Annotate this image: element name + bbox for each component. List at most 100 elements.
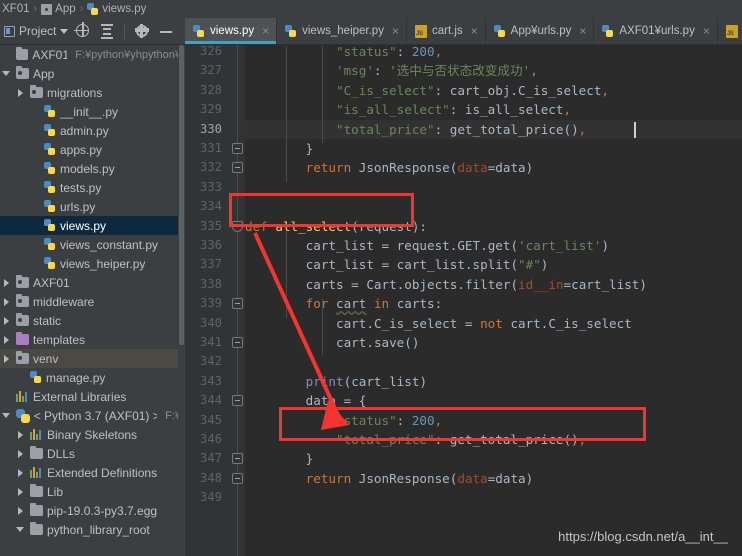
tree-node-manage-py[interactable]: manage.py bbox=[0, 368, 185, 387]
tree-node-views-py[interactable]: views.py bbox=[0, 216, 185, 235]
breadcrumb-separator: › bbox=[33, 3, 38, 15]
python-file-icon bbox=[87, 2, 99, 16]
locate-in-tree-button[interactable] bbox=[74, 22, 92, 40]
chevron-closed-icon[interactable] bbox=[16, 449, 26, 459]
project-tree[interactable]: AXF01 F:¥python¥yhpython¥ App migrations __i… bbox=[0, 45, 185, 556]
text-caret bbox=[634, 121, 636, 138]
tree-node-lib[interactable]: Lib bbox=[0, 482, 185, 501]
tree-node-pip-19-0-3-py3-7-egg[interactable]: pip-19.0.3-py3.7.egg bbox=[0, 501, 185, 520]
source-folder-icon bbox=[16, 275, 29, 288]
tree-node-label: AXF01 bbox=[33, 275, 70, 290]
close-icon[interactable]: × bbox=[262, 25, 269, 37]
gutter-line-number: 337 bbox=[199, 257, 222, 272]
tree-node-models-py[interactable]: models.py bbox=[0, 159, 185, 178]
editor-tab-bar: views.py×views_heiper.py×cart.js×App¥url… bbox=[185, 18, 742, 45]
code-fold-toggle[interactable] bbox=[232, 337, 243, 348]
tree-node-middleware[interactable]: middleware bbox=[0, 292, 185, 311]
code-fold-toggle[interactable] bbox=[232, 472, 243, 484]
editor-tab-app-urls-py[interactable]: App¥urls.py × bbox=[485, 18, 595, 44]
close-icon[interactable]: × bbox=[703, 25, 710, 37]
chevron-closed-icon[interactable] bbox=[16, 468, 26, 478]
tree-node-extended-definitions[interactable]: Extended Definitions bbox=[0, 463, 185, 482]
chevron-closed-icon[interactable] bbox=[2, 297, 12, 307]
python-file-icon bbox=[44, 200, 56, 213]
tree-node-app[interactable]: App bbox=[0, 64, 185, 83]
editor-tab-views-heiper-py[interactable]: views_heiper.py × bbox=[277, 18, 407, 44]
tree-node-dlls[interactable]: DLLs bbox=[0, 444, 185, 463]
code-fold-toggle[interactable] bbox=[232, 453, 243, 465]
chevron-closed-icon[interactable] bbox=[16, 88, 26, 98]
plain-folder-icon bbox=[30, 484, 43, 497]
tree-node-external-libraries[interactable]: External Libraries bbox=[0, 387, 185, 406]
editor-tab-cart-js[interactable]: cart.js × bbox=[406, 18, 486, 44]
close-icon[interactable]: × bbox=[392, 25, 399, 37]
source-folder-icon bbox=[30, 85, 43, 98]
code-fold-toggle[interactable] bbox=[232, 162, 243, 174]
tree-node-migrations[interactable]: migrations bbox=[0, 83, 185, 102]
tree-node-venv[interactable]: venv bbox=[0, 349, 185, 368]
breadcrumb-item-app[interactable]: App bbox=[41, 3, 76, 15]
code-editor[interactable]: 326 327 328 329 330 331 332 333 334 335 336 337 338 3… bbox=[185, 45, 742, 556]
tree-node-apps-py[interactable]: apps.py bbox=[0, 140, 185, 159]
chevron-closed-icon[interactable] bbox=[2, 278, 12, 288]
tree-node-python-library-root[interactable]: python_library_root bbox=[0, 520, 185, 539]
code-fold-toggle[interactable] bbox=[232, 298, 243, 310]
code-line-345: "status": 200, bbox=[336, 412, 443, 428]
editor-tab-axf01-urls-py[interactable]: AXF01¥urls.py × bbox=[594, 18, 718, 44]
close-icon[interactable]: × bbox=[471, 25, 478, 37]
tree-node-label: Binary Skeletons bbox=[47, 427, 138, 442]
chevron-open-icon[interactable] bbox=[16, 525, 26, 535]
tree-node-binary-skeletons[interactable]: Binary Skeletons bbox=[0, 425, 185, 444]
chevron-closed-icon[interactable] bbox=[16, 430, 26, 440]
editor-tab-views-py[interactable]: views.py × bbox=[185, 18, 278, 44]
tree-node-label: models.py bbox=[60, 161, 115, 176]
tree-node--init-py[interactable]: __init__.py bbox=[0, 102, 185, 121]
chevron-open-icon[interactable] bbox=[2, 69, 12, 79]
gutter-line-number: 345 bbox=[199, 412, 222, 427]
code-fold-toggle[interactable] bbox=[232, 143, 243, 154]
editor-tab-label: views.py bbox=[210, 25, 255, 37]
project-tree-scrollbar[interactable] bbox=[178, 45, 185, 556]
tree-node-tests-py[interactable]: tests.py bbox=[0, 178, 185, 197]
tree-node-label: templates bbox=[33, 332, 86, 347]
tree-node-axf01[interactable]: AXF01 bbox=[0, 273, 185, 292]
project-tree-scrollbar-thumb[interactable] bbox=[179, 45, 184, 345]
code-line-340: cart.C_is_select = not cart.C_is_select bbox=[336, 315, 632, 331]
chevron-closed-icon[interactable] bbox=[16, 506, 26, 516]
tree-node-static[interactable]: static bbox=[0, 311, 185, 330]
tree-node-urls-py[interactable]: urls.py bbox=[0, 197, 185, 216]
collapse-all-button[interactable] bbox=[98, 22, 116, 40]
breadcrumb-item-project[interactable]: XF01 bbox=[2, 3, 30, 15]
chevron-closed-icon[interactable] bbox=[2, 354, 12, 364]
tree-node-views-heiper-py[interactable]: views_heiper.py bbox=[0, 254, 185, 273]
code-line-335: def all_select(request): bbox=[245, 218, 428, 234]
code-line-348: return JsonResponse(data=data) bbox=[305, 470, 534, 486]
code-fold-toggle[interactable] bbox=[232, 395, 243, 407]
chevron-closed-icon[interactable] bbox=[16, 487, 26, 497]
plain-folder-icon bbox=[30, 446, 43, 459]
editor-gutter[interactable]: 326 327 328 329 330 331 332 333 334 335 336 337 338 3… bbox=[185, 45, 245, 556]
tree-node-admin-py[interactable]: admin.py bbox=[0, 121, 185, 140]
hide-panel-button[interactable] bbox=[157, 22, 175, 40]
close-icon[interactable]: × bbox=[579, 25, 586, 37]
code-content[interactable]: "status": 200, 'msg': '选中与否状态改变成功', "C_i… bbox=[245, 45, 742, 556]
settings-button[interactable] bbox=[133, 22, 151, 40]
toolbar-divider bbox=[124, 23, 126, 39]
chevron-open-icon[interactable] bbox=[2, 411, 12, 421]
breadcrumb-item-file[interactable]: views.py bbox=[87, 2, 146, 16]
tree-node-views-constant-py[interactable]: views_constant.py bbox=[0, 235, 185, 254]
tree-node-label: admin.py bbox=[60, 123, 109, 138]
tree-node-templates[interactable]: templates bbox=[0, 330, 185, 349]
project-panel-toolbar: Project bbox=[0, 18, 185, 45]
python-file-icon bbox=[44, 219, 56, 232]
tree-node--python-3-7-axf01-[interactable]: < Python 3.7 (AXF01) > F:¥ bbox=[0, 406, 185, 425]
code-fold-toggle[interactable] bbox=[232, 220, 243, 232]
tree-node-axf01[interactable]: AXF01 F:¥python¥yhpython¥ bbox=[0, 45, 185, 64]
project-dropdown[interactable]: Project bbox=[4, 24, 69, 38]
editor-tab-label: cart.js bbox=[431, 25, 463, 37]
editor-tab-overflow[interactable] bbox=[717, 18, 742, 44]
chevron-closed-icon[interactable] bbox=[2, 335, 12, 345]
chevron-closed-icon[interactable] bbox=[2, 316, 12, 326]
